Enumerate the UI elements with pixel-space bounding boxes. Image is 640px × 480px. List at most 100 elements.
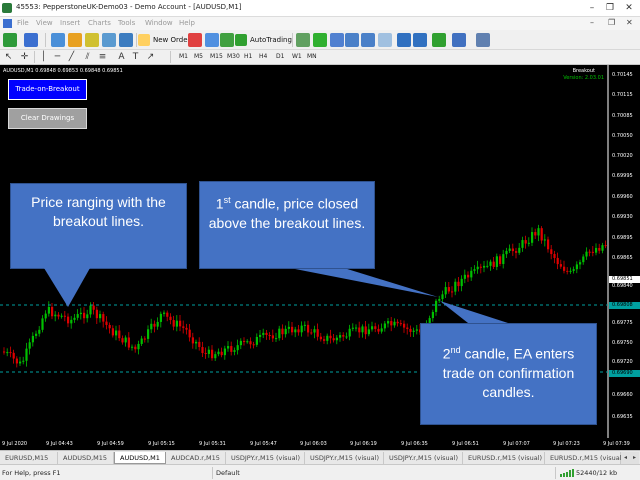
crosshair-icon[interactable]: ✛ xyxy=(19,52,30,63)
channel-icon[interactable]: ⫽ xyxy=(82,52,93,63)
candle-body xyxy=(89,305,92,315)
clear-drawings-button[interactable]: Clear Drawings xyxy=(8,108,87,129)
vertical-line-icon[interactable]: │ xyxy=(38,52,49,63)
candle-body xyxy=(479,266,482,268)
menu-file[interactable]: File xyxy=(17,19,29,27)
candle-body xyxy=(191,337,194,344)
candlesticks-icon[interactable] xyxy=(313,33,327,47)
bar-chart-icon[interactable] xyxy=(296,33,310,47)
chart-area[interactable]: AUDUSD,M1 0.69848 0.69853 0.69848 0.6985… xyxy=(0,65,640,438)
menu-insert[interactable]: Insert xyxy=(60,19,80,27)
candle-body xyxy=(198,341,201,348)
candle-body xyxy=(175,320,178,327)
candle-body xyxy=(70,319,73,324)
candle-body xyxy=(204,353,207,355)
maximize-button[interactable]: ❐ xyxy=(603,1,617,15)
timeframe-m15[interactable]: M15 xyxy=(210,53,223,60)
tabs-scroll-left-icon[interactable]: ◂ xyxy=(621,452,630,464)
line-chart-icon[interactable] xyxy=(330,33,344,47)
autotrading-button[interactable]: AutoTrading xyxy=(234,33,294,47)
menu-charts[interactable]: Charts xyxy=(88,19,111,27)
chart-tab[interactable]: AUDCAD.r,M15 xyxy=(166,452,226,464)
callout-second-candle-text: candle, EA enters trade on confirmation … xyxy=(442,345,575,400)
menu-help[interactable]: Help xyxy=(179,19,195,27)
candle-body xyxy=(524,240,527,244)
minimize-button[interactable]: – xyxy=(585,1,599,15)
new-order-button[interactable]: New Order xyxy=(137,33,192,47)
candle-body xyxy=(217,351,220,355)
auto-scroll-icon[interactable] xyxy=(397,33,411,47)
doc-minimize-button[interactable]: – xyxy=(590,18,594,27)
timeframe-mn[interactable]: MN xyxy=(307,53,317,60)
price-label: 0.69635 xyxy=(612,414,633,420)
new-chart-icon[interactable] xyxy=(3,33,17,47)
candle-body xyxy=(415,329,418,331)
timeframe-m5[interactable]: M5 xyxy=(194,53,203,60)
candle-body xyxy=(515,251,518,253)
trade-on-breakout-button[interactable]: Trade-on-Breakout xyxy=(8,79,87,100)
terminal-icon[interactable] xyxy=(102,33,116,47)
candle-body xyxy=(387,321,390,324)
status-profile: Default xyxy=(216,469,240,477)
close-button[interactable]: ✕ xyxy=(622,1,636,15)
chart-tab[interactable]: USDJPY.r,M15 (visual) xyxy=(226,452,305,464)
current-price-label: 0.69851 xyxy=(609,276,640,283)
data-window-icon[interactable] xyxy=(68,33,82,47)
candle-body xyxy=(79,312,82,315)
navigator-icon[interactable] xyxy=(85,33,99,47)
candle-body xyxy=(143,338,146,340)
candle-body xyxy=(201,347,204,354)
chart-tab[interactable]: EURUSD.r,M15 (visual) xyxy=(463,452,545,464)
chart-tab-active[interactable]: AUDUSD,M1 xyxy=(114,452,166,464)
candle-body xyxy=(147,329,150,339)
indicators-icon[interactable] xyxy=(432,33,446,47)
signals-icon[interactable] xyxy=(205,33,219,47)
chart-shift-icon[interactable] xyxy=(413,33,427,47)
timeframe-d1[interactable]: D1 xyxy=(276,53,284,60)
candle-body xyxy=(409,328,412,332)
chart-tab[interactable]: USDJPY.r,M15 (visual) xyxy=(384,452,463,464)
timeframe-m1[interactable]: M1 xyxy=(179,53,188,60)
timeframe-m30[interactable]: M30 xyxy=(227,53,240,60)
metaeditor-icon[interactable] xyxy=(188,33,202,47)
menu-window[interactable]: Window xyxy=(145,19,173,27)
profiles-icon[interactable] xyxy=(24,33,38,47)
fibonacci-icon[interactable]: ≡ xyxy=(97,52,108,63)
templates-icon[interactable] xyxy=(476,33,490,47)
chart-tab[interactable]: EURUSD.r,M15 (visual) xyxy=(545,452,624,464)
cursor-icon[interactable]: ↖ xyxy=(3,52,14,63)
chart-tab[interactable]: AUDUSD,M15 xyxy=(58,452,114,464)
text-label-icon[interactable]: T xyxy=(130,52,141,63)
chart-tab[interactable]: USDJPY.r,M15 (visual) xyxy=(305,452,384,464)
periods-icon[interactable] xyxy=(452,33,466,47)
tabs-scroll-right-icon[interactable]: ▸ xyxy=(630,452,639,464)
timeframe-w1[interactable]: W1 xyxy=(292,53,302,60)
candle-body xyxy=(543,239,546,241)
timeframe-h1[interactable]: H1 xyxy=(244,53,252,60)
zoom-out-icon[interactable] xyxy=(361,33,375,47)
zoom-in-icon[interactable] xyxy=(345,33,359,47)
candle-body xyxy=(12,352,15,359)
text-tool-icon[interactable]: A xyxy=(116,52,127,63)
horizontal-line-icon[interactable]: ─ xyxy=(52,52,63,63)
candle-body xyxy=(303,324,306,326)
menu-view[interactable]: View xyxy=(36,19,53,27)
connection-strength-icon xyxy=(560,469,574,477)
candle-body xyxy=(310,332,313,334)
time-label: 9 Jul 06:51 xyxy=(452,441,479,447)
doc-restore-button[interactable]: ❐ xyxy=(608,18,615,27)
line-studies-toolbar: ↖ ✛ │ ─ ╱ ⫽ ≡ A T ↗ M1 M5 M15 M30 H1 H4 … xyxy=(0,50,640,65)
chart-tab[interactable]: EURUSD,M15 xyxy=(0,452,58,464)
strategy-tester-icon[interactable] xyxy=(119,33,133,47)
menu-tools[interactable]: Tools xyxy=(118,19,135,27)
candle-body xyxy=(575,264,578,270)
candle-body xyxy=(582,256,585,263)
doc-close-button[interactable]: ✕ xyxy=(626,18,633,27)
arrows-dropdown-icon[interactable]: ↗ xyxy=(145,52,156,63)
trendline-icon[interactable]: ╱ xyxy=(66,52,77,63)
timeframe-h4[interactable]: H4 xyxy=(259,53,267,60)
market-watch-icon[interactable] xyxy=(51,33,65,47)
candle-body xyxy=(73,317,76,320)
market-icon[interactable] xyxy=(220,33,234,47)
tile-windows-icon[interactable] xyxy=(378,33,392,47)
